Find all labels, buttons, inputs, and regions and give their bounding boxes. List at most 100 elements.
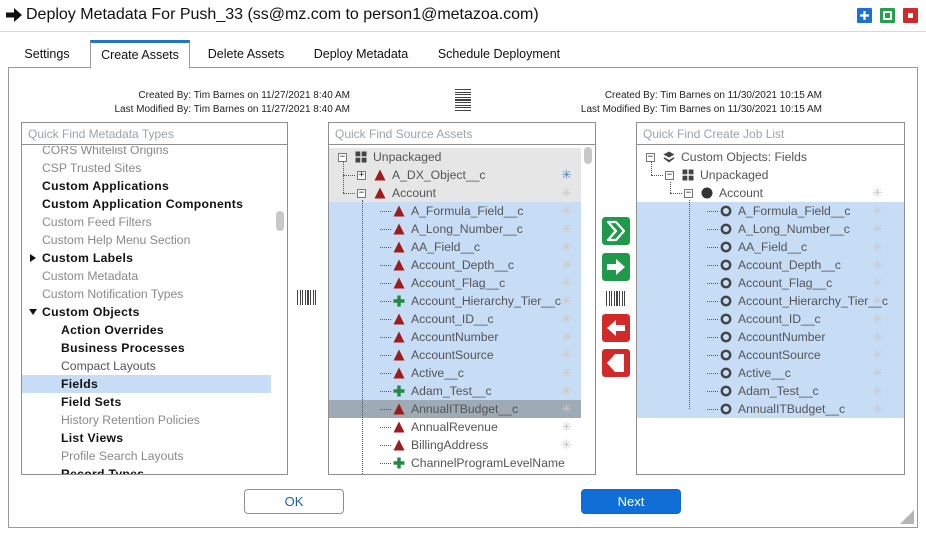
asterisk-icon[interactable]: ✳ [561, 310, 572, 328]
move-all-right-icon[interactable] [602, 217, 630, 245]
list-item[interactable]: CORS Whitelist Origins [22, 146, 271, 159]
job-row[interactable]: Account_Hierarchy_Tier__c ✳ [637, 292, 904, 310]
asterisk-icon[interactable]: ✳ [872, 184, 883, 202]
tab-delete-assets[interactable]: Delete Assets [198, 42, 294, 68]
job-row[interactable]: A_Formula_Field__c ✳ [637, 202, 904, 220]
asterisk-icon[interactable]: ✳ [872, 364, 883, 382]
asterisk-blue-icon[interactable]: ✳ [561, 166, 572, 184]
asterisk-icon[interactable]: ✳ [561, 202, 572, 220]
move-left-icon[interactable] [602, 314, 630, 342]
list-item[interactable]: Custom Labels [22, 249, 271, 267]
list-item[interactable]: Custom Applications [22, 177, 271, 195]
asterisk-icon[interactable]: ✳ [872, 346, 883, 364]
asterisk-icon[interactable]: ✳ [561, 184, 572, 202]
asset-row[interactable]: Adam_Test__c ✳ [329, 382, 581, 400]
asterisk-icon[interactable]: ✳ [872, 310, 883, 328]
asterisk-icon[interactable]: ✳ [872, 328, 883, 346]
asset-row[interactable]: AnnualITBudget__c ✳ [329, 400, 581, 418]
create-job-list-search-input[interactable]: Quick Find Create Job List [637, 123, 904, 145]
list-item[interactable]: Custom Application Components [22, 195, 271, 213]
asset-row[interactable]: + A_DX_Object__c ✳ [329, 166, 581, 184]
maximize-icon[interactable] [857, 8, 872, 23]
job-row[interactable]: Active__c ✳ [637, 364, 904, 382]
job-row[interactable]: Account_Flag__c ✳ [637, 274, 904, 292]
asterisk-icon[interactable]: ✳ [561, 436, 572, 454]
asterisk-icon[interactable]: ✳ [561, 220, 572, 238]
next-button[interactable]: Next [581, 489, 681, 514]
asterisk-icon[interactable]: ✳ [872, 274, 883, 292]
restore-icon[interactable] [880, 8, 895, 23]
asset-row[interactable]: AA_Field__c ✳ [329, 238, 581, 256]
asterisk-icon[interactable]: ✳ [872, 292, 883, 310]
splitter-grip-right[interactable] [604, 291, 628, 307]
asset-row[interactable]: Account_Flag__c ✳ [329, 274, 581, 292]
list-item[interactable]: Custom Notification Types [22, 285, 271, 303]
list-item[interactable]: History Retention Policies [22, 411, 271, 429]
asterisk-icon[interactable]: ✳ [872, 256, 883, 274]
tab-schedule-deployment[interactable]: Schedule Deployment [428, 42, 570, 68]
list-item[interactable]: Custom Metadata [22, 267, 271, 285]
asterisk-icon[interactable]: ✳ [561, 328, 572, 346]
list-item[interactable]: Fields [22, 375, 271, 393]
asset-row[interactable]: AnnualRevenue ✳ [329, 418, 581, 436]
move-all-left-icon[interactable] [602, 349, 630, 377]
asterisk-icon[interactable]: ✳ [561, 418, 572, 436]
asterisk-icon[interactable]: ✳ [561, 382, 572, 400]
asset-row[interactable]: ChannelProgramLevelName [329, 454, 581, 472]
asterisk-icon[interactable]: ✳ [561, 346, 572, 364]
list-item[interactable]: Custom Objects [22, 303, 271, 321]
tab-settings[interactable]: Settings [12, 42, 82, 68]
close-icon[interactable] [903, 8, 918, 23]
collapse-icon[interactable]: − [646, 153, 655, 162]
asterisk-icon[interactable]: ✳ [872, 238, 883, 256]
asterisk-icon[interactable]: ✳ [561, 292, 572, 310]
asset-row[interactable]: − Account ✳ [329, 184, 581, 202]
list-item[interactable]: Action Overrides [22, 321, 271, 339]
collapse-icon[interactable]: − [338, 153, 347, 162]
asterisk-icon[interactable]: ✳ [872, 400, 883, 418]
list-item[interactable]: Field Sets [22, 393, 271, 411]
asterisk-icon[interactable]: ✳ [872, 382, 883, 400]
job-row[interactable]: AccountNumber ✳ [637, 328, 904, 346]
splitter-grip-left[interactable] [295, 290, 319, 306]
asset-row[interactable]: Account_Hierarchy_Tier__c ✳ [329, 292, 581, 310]
job-row[interactable]: A_Long_Number__c ✳ [637, 220, 904, 238]
job-row[interactable]: − Unpackaged [637, 166, 888, 184]
move-right-icon[interactable] [602, 253, 630, 281]
asterisk-icon[interactable]: ✳ [872, 220, 883, 238]
tab-create-assets[interactable]: Create Assets [90, 40, 190, 69]
asset-row[interactable]: BillingAddress ✳ [329, 436, 581, 454]
expand-icon[interactable]: + [357, 171, 366, 180]
job-row[interactable]: Account_Depth__c ✳ [637, 256, 904, 274]
job-row[interactable]: Account_ID__c ✳ [637, 310, 904, 328]
job-row[interactable]: AnnualITBudget__c ✳ [637, 400, 904, 418]
list-item[interactable]: Record Types [22, 465, 271, 474]
asterisk-icon[interactable]: ✳ [561, 364, 572, 382]
asset-row[interactable]: A_Formula_Field__c ✳ [329, 202, 581, 220]
job-row[interactable]: AccountSource ✳ [637, 346, 904, 364]
asterisk-icon[interactable]: ✳ [561, 238, 572, 256]
collapse-icon[interactable]: − [665, 171, 674, 180]
ok-button[interactable]: OK [244, 489, 344, 514]
splitter-grip-top[interactable] [455, 89, 471, 113]
job-row[interactable]: AA_Field__c ✳ [637, 238, 904, 256]
resize-grip-icon[interactable] [900, 510, 914, 524]
scroll-thumb[interactable] [584, 147, 592, 164]
list-item[interactable]: List Views [22, 429, 271, 447]
collapse-icon[interactable]: − [684, 189, 693, 198]
job-row[interactable]: − Custom Objects: Fields [637, 148, 888, 166]
list-item[interactable]: Compact Layouts [22, 357, 271, 375]
asset-row[interactable]: AccountNumber ✳ [329, 328, 581, 346]
list-item[interactable]: − Unpackaged [329, 148, 581, 166]
asset-row[interactable]: Active__c ✳ [329, 364, 581, 382]
metadata-types-scrollbar[interactable] [276, 147, 284, 472]
list-item[interactable]: Profile Search Layouts [22, 447, 271, 465]
asterisk-icon[interactable]: ✳ [872, 202, 883, 220]
asterisk-icon[interactable]: ✳ [561, 256, 572, 274]
collapse-icon[interactable]: − [357, 189, 366, 198]
source-assets-search-input[interactable]: Quick Find Source Assets [329, 123, 595, 145]
tab-deploy-metadata[interactable]: Deploy Metadata [306, 42, 416, 68]
scroll-thumb[interactable] [276, 211, 284, 231]
list-item[interactable]: Business Processes [22, 339, 271, 357]
asset-row[interactable]: Account_ID__c ✳ [329, 310, 581, 328]
